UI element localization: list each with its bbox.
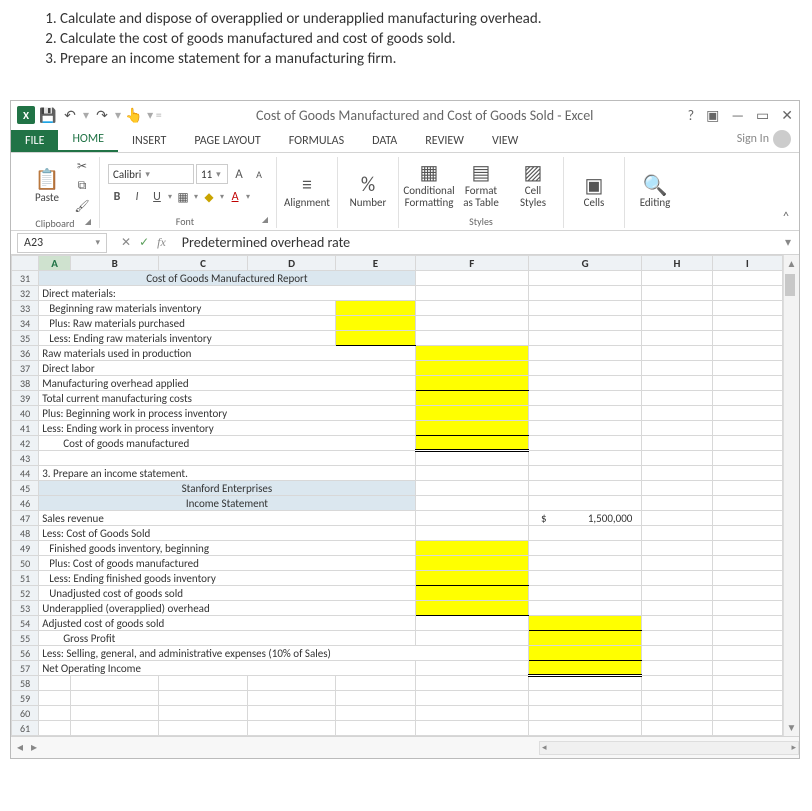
cancel-formula-icon[interactable]: ✕ xyxy=(121,235,131,250)
help-icon[interactable]: ? xyxy=(688,107,695,124)
maximize-icon[interactable]: ▭ xyxy=(756,107,769,124)
select-all[interactable] xyxy=(12,256,39,271)
expand-formula-icon[interactable]: ▾ xyxy=(777,235,799,250)
objective-2: Calculate the cost of goods manufactured… xyxy=(60,30,772,48)
percent-icon: % xyxy=(361,173,375,197)
prev-sheet-icon[interactable]: ◂ xyxy=(17,740,23,755)
paste-icon: 📋 xyxy=(35,168,60,192)
tab-home[interactable]: HOME xyxy=(58,128,118,152)
cells-icon: ▣ xyxy=(585,173,604,197)
format-table-icon: ▤ xyxy=(472,161,491,185)
col-D[interactable]: D xyxy=(247,256,335,271)
cogm-title[interactable]: Cost of Goods Manufactured Report xyxy=(39,271,415,286)
grow-font-icon[interactable]: A xyxy=(230,165,248,183)
status-bar: ◂ ▸ ◂▸ xyxy=(11,736,799,758)
alignment-icon: ≡ xyxy=(302,173,312,197)
tab-formulas[interactable]: FORMULAS xyxy=(275,130,358,152)
name-box[interactable]: A23▾ xyxy=(17,233,107,253)
underline-button[interactable]: U xyxy=(148,188,166,206)
sign-in[interactable]: Sign In xyxy=(729,126,799,152)
group-font: Font xyxy=(176,215,194,228)
fx-icon[interactable]: fx xyxy=(157,235,166,250)
ribbon-tabs: FILE HOME INSERT PAGE LAYOUT FORMULAS DA… xyxy=(11,129,799,153)
learning-objectives: Calculate and dispose of overapplied or … xyxy=(0,0,812,90)
paste-button[interactable]: 📋 Paste xyxy=(25,168,69,204)
alignment-button[interactable]: ≡ Alignment xyxy=(285,173,329,209)
italic-button[interactable]: I xyxy=(128,188,146,206)
conditional-formatting-button[interactable]: ▦ Conditional Formatting xyxy=(407,161,451,209)
format-as-table-button[interactable]: ▤ Format as Table xyxy=(459,161,503,209)
format-painter-icon[interactable]: 🖌 xyxy=(73,197,91,215)
col-G[interactable]: G xyxy=(528,256,641,271)
undo-icon[interactable]: ↶ xyxy=(61,106,79,124)
conditional-formatting-icon: ▦ xyxy=(420,161,439,185)
cell-styles-button[interactable]: ▨ Cell Styles xyxy=(511,161,555,209)
cells-button[interactable]: ▣ Cells xyxy=(572,173,616,209)
fill-color-icon[interactable]: ◆ xyxy=(200,188,218,206)
group-clipboard: Clipboard xyxy=(35,217,74,230)
tab-file[interactable]: FILE xyxy=(11,130,58,152)
touch-mode-icon[interactable]: 👆 xyxy=(125,106,143,124)
minimize-icon[interactable]: — xyxy=(731,107,744,124)
ribbon-options-icon[interactable]: ▣ xyxy=(706,107,719,124)
tab-data[interactable]: DATA xyxy=(358,130,411,152)
title-bar: X 💾 ↶ ▾ ↷ ▾ 👆 ▾ = Cost of Goods Manufact… xyxy=(11,101,799,129)
save-icon[interactable]: 💾 xyxy=(39,106,57,124)
tab-view[interactable]: VIEW xyxy=(478,130,532,152)
font-size-combo[interactable]: 11▾ xyxy=(196,164,228,184)
cell-styles-icon: ▨ xyxy=(524,161,543,185)
excel-window: X 💾 ↶ ▾ ↷ ▾ 👆 ▾ = Cost of Goods Manufact… xyxy=(10,100,800,759)
col-H[interactable]: H xyxy=(642,256,712,271)
copy-icon[interactable]: ⧉ xyxy=(73,177,91,195)
redo-icon[interactable]: ↷ xyxy=(93,106,111,124)
find-icon: 🔍 xyxy=(643,173,668,197)
objective-3: Prepare an income statement for a manufa… xyxy=(60,50,772,68)
cut-icon[interactable]: ✂ xyxy=(73,157,91,175)
col-I[interactable]: I xyxy=(712,256,782,271)
tab-page-layout[interactable]: PAGE LAYOUT xyxy=(180,130,274,152)
close-icon[interactable]: ✕ xyxy=(781,107,793,124)
font-name-combo[interactable]: Calibri▾ xyxy=(108,164,194,184)
col-E[interactable]: E xyxy=(336,256,415,271)
editing-button[interactable]: 🔍 Editing xyxy=(633,173,677,209)
bold-button[interactable]: B xyxy=(108,188,126,206)
tab-insert[interactable]: INSERT xyxy=(118,130,180,152)
formula-bar: A23▾ ✕ ✓ fx Predetermined overhead rate … xyxy=(11,231,799,255)
excel-icon: X xyxy=(17,106,35,124)
shrink-font-icon[interactable]: A xyxy=(250,165,268,183)
horizontal-scrollbar[interactable]: ◂▸ xyxy=(539,741,799,755)
number-button[interactable]: % Number xyxy=(346,173,390,209)
font-color-icon[interactable]: A xyxy=(226,188,244,206)
formula-input[interactable]: Predetermined overhead rate xyxy=(174,234,777,251)
collapse-ribbon-icon[interactable]: ^ xyxy=(779,206,793,228)
worksheet-grid[interactable]: A B C D E F G H I 31Cost of Goods Manufa… xyxy=(11,255,783,736)
tab-review[interactable]: REVIEW xyxy=(411,130,478,152)
ribbon: 📋 Paste ✂ ⧉ 🖌 Clipboard◢ Calibri▾ 11▾ A xyxy=(11,153,799,231)
avatar-icon xyxy=(773,130,791,148)
col-A[interactable]: A xyxy=(39,256,71,271)
objective-1: Calculate and dispose of overapplied or … xyxy=(60,10,772,28)
vertical-scrollbar[interactable]: ▲ ▼ xyxy=(783,255,799,736)
col-C[interactable]: C xyxy=(159,256,247,271)
col-F[interactable]: F xyxy=(415,256,528,271)
col-B[interactable]: B xyxy=(70,256,158,271)
border-icon[interactable]: ▦ xyxy=(174,188,192,206)
enter-formula-icon[interactable]: ✓ xyxy=(139,235,149,250)
next-sheet-icon[interactable]: ▸ xyxy=(31,740,37,755)
group-styles: Styles xyxy=(469,215,493,228)
window-title: Cost of Goods Manufactured and Cost of G… xyxy=(162,107,688,124)
